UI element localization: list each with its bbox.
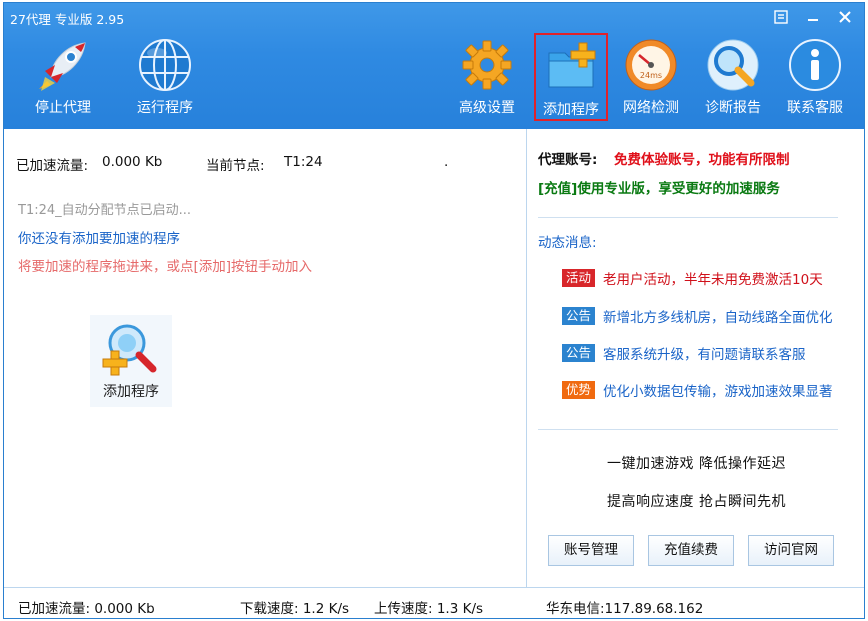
- news-title: 动态消息:: [538, 235, 597, 251]
- window-title: 27代理 专业版 2.95: [10, 12, 125, 27]
- status-download: 下载速度: 1.2 K/s: [240, 601, 350, 617]
- accelerated-value: 0.000 Kb: [102, 154, 163, 170]
- news-text: 老用户活动，半年未用免费激活10天: [603, 272, 823, 288]
- news-text: 新增北方多线机房，自动线路全面优化: [603, 310, 833, 326]
- node-dot: .: [444, 154, 449, 170]
- diagnose-report-label: 诊断报告: [705, 100, 761, 116]
- news-item[interactable]: 优势 优化小数据包传输，游戏加速效果显著: [562, 380, 833, 400]
- node-label: 当前节点:: [206, 158, 265, 174]
- close-icon[interactable]: [834, 8, 856, 26]
- news-item[interactable]: 公告 客服系统升级，有问题请联系客服: [562, 343, 806, 363]
- status-upload: 上传速度: 1.3 K/s: [374, 601, 484, 617]
- status-server: 华东电信:117.89.68.162: [546, 601, 704, 617]
- upgrade-link[interactable]: [充值]使用专业版，享受更好的加速服务: [538, 177, 780, 197]
- visit-website-button[interactable]: 访问官网: [748, 535, 834, 566]
- minimize-icon[interactable]: [802, 8, 824, 26]
- recharge-button[interactable]: 充值续费: [648, 535, 734, 566]
- news-text: 客服系统升级，有问题请联系客服: [603, 347, 806, 363]
- rocket-icon: [35, 37, 91, 93]
- title-toolbar: 27代理 专业版 2.95 停止代理 运行程序 高级设置 添加程序 24ms 网…: [4, 3, 864, 129]
- news-tag: 公告: [562, 307, 596, 325]
- accelerated-label: 已加速流量:: [16, 158, 89, 174]
- gauge-text: 24ms: [640, 71, 662, 80]
- stop-proxy-label: 停止代理: [35, 100, 91, 116]
- news-tag: 公告: [562, 344, 596, 362]
- stop-proxy-button[interactable]: 停止代理: [26, 37, 100, 125]
- divider: [538, 217, 838, 218]
- window-controls: [770, 8, 856, 26]
- status-accelerated: 已加速流量: 0.000 Kb: [18, 601, 155, 617]
- news-item[interactable]: 活动 老用户活动，半年未用免费激活10天: [562, 268, 823, 288]
- advanced-settings-label: 高级设置: [459, 100, 515, 116]
- info-icon: [787, 37, 843, 93]
- folder-plus-icon: [543, 39, 599, 95]
- contact-support-button[interactable]: 联系客服: [778, 37, 852, 125]
- log-line-1: T1:24_自动分配节点已启动...: [18, 203, 192, 218]
- network-check-label: 网络检测: [623, 100, 679, 116]
- add-program-toolbar-label: 添加程序: [543, 102, 599, 118]
- gear-icon: [459, 37, 515, 93]
- run-program-button[interactable]: 运行程序: [128, 37, 202, 125]
- news-tag: 活动: [562, 269, 596, 287]
- add-program-toolbar-button[interactable]: 添加程序: [534, 33, 608, 121]
- program-panel: 已加速流量: 0.000 Kb 当前节点: T1:24 . T1:24_自动分配…: [4, 129, 527, 587]
- promo-line-2: 提高响应速度 抢占瞬间先机: [607, 494, 786, 510]
- globe-icon: [137, 37, 193, 93]
- add-search-icon: [101, 321, 161, 377]
- news-tag: 优势: [562, 381, 596, 399]
- status-bar: 已加速流量: 0.000 Kb 下载速度: 1.2 K/s 上传速度: 1.3 …: [4, 587, 864, 618]
- app-window: 27代理 专业版 2.95 停止代理 运行程序 高级设置 添加程序 24ms 网…: [3, 2, 865, 619]
- run-program-label: 运行程序: [137, 100, 193, 116]
- network-check-button[interactable]: 24ms 网络检测: [616, 37, 686, 125]
- log-line-3: 将要加速的程序拖进来，或点[添加]按钮手动加入: [18, 259, 313, 275]
- account-manage-button[interactable]: 账号管理: [548, 535, 634, 566]
- add-program-tile[interactable]: 添加程序: [90, 315, 172, 407]
- divider: [538, 429, 838, 430]
- node-value: T1:24: [284, 154, 323, 170]
- account-value: 免费体验账号，功能有所限制: [614, 152, 790, 168]
- promo-line-1: 一键加速游戏 降低操作延迟: [607, 456, 786, 472]
- contact-support-label: 联系客服: [787, 100, 843, 116]
- menu-icon[interactable]: [770, 8, 792, 26]
- news-item[interactable]: 公告 新增北方多线机房，自动线路全面优化: [562, 306, 833, 326]
- log-line-2: 你还没有添加要加速的程序: [18, 231, 180, 247]
- magnifier-icon: [705, 37, 761, 93]
- advanced-settings-button[interactable]: 高级设置: [454, 37, 520, 125]
- info-panel: 代理账号: 免费体验账号，功能有所限制 [充值]使用专业版，享受更好的加速服务 …: [528, 129, 864, 587]
- diagnose-report-button[interactable]: 诊断报告: [698, 37, 768, 125]
- add-tile-label: 添加程序: [103, 384, 159, 400]
- account-label: 代理账号:: [538, 152, 598, 168]
- speed-gauge-icon: 24ms: [623, 37, 679, 93]
- news-text: 优化小数据包传输，游戏加速效果显著: [603, 384, 833, 400]
